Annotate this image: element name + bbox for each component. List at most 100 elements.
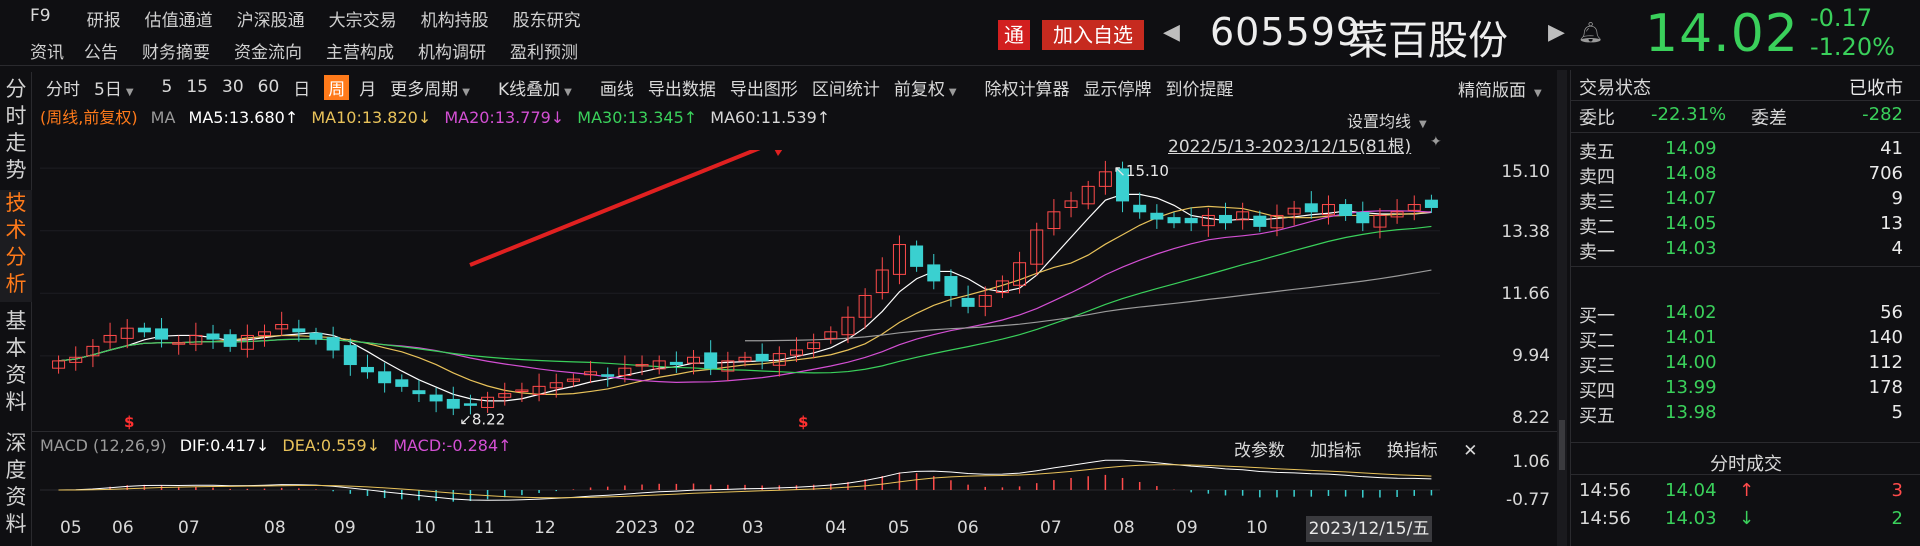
ask-row[interactable]: 卖二 14.05 13 bbox=[1579, 213, 1909, 238]
ask-row[interactable]: 卖一 14.03 4 bbox=[1579, 238, 1909, 263]
nav-earnings-forecast[interactable]: 盈利预测 bbox=[510, 38, 578, 63]
y-tick-label: 15.10 bbox=[1501, 162, 1550, 182]
bid-row[interactable]: 买二 14.01 140 bbox=[1579, 327, 1909, 352]
period-week[interactable]: 周 bbox=[324, 74, 350, 100]
candle-body bbox=[1167, 217, 1181, 224]
macd-chart[interactable] bbox=[40, 458, 1440, 514]
nav-stock-connect[interactable]: 沪深股通 bbox=[237, 6, 305, 31]
divider bbox=[1571, 442, 1920, 443]
ma60-value: MA60:11.539↑ bbox=[710, 108, 831, 127]
level-price: 14.05 bbox=[1665, 213, 1717, 234]
nav-valuation-channel[interactable]: 估值通道 bbox=[145, 6, 213, 31]
period-day[interactable]: 日 bbox=[293, 75, 310, 100]
scrollbar-thumb[interactable] bbox=[1559, 420, 1565, 470]
x-tick-label: 09 bbox=[1176, 518, 1198, 538]
period-15min[interactable]: 15 bbox=[186, 77, 208, 97]
candle-body bbox=[1253, 215, 1267, 227]
prev-stock-icon[interactable]: ◀ bbox=[1163, 20, 1180, 45]
period-5day-label: 5日 bbox=[94, 79, 122, 100]
chevron-down-icon: ▼ bbox=[1534, 88, 1542, 99]
period-30min[interactable]: 30 bbox=[222, 77, 244, 97]
period-60min[interactable]: 60 bbox=[258, 77, 280, 97]
side-tab-label: 基本资料 bbox=[5, 309, 27, 414]
arrow-up-icon: ↑ bbox=[1739, 480, 1755, 501]
bid-row[interactable]: 买四 13.99 178 bbox=[1579, 377, 1909, 402]
bell-icon[interactable]: 🔔︎ bbox=[1578, 20, 1603, 44]
price-alert-button[interactable]: 到价提醒 bbox=[1166, 75, 1234, 100]
nav-institution-survey[interactable]: 机构调研 bbox=[418, 38, 486, 63]
period-month[interactable]: 月 bbox=[359, 75, 376, 100]
top-nav-row-1: F9 研报 估值通道 沪深股通 大宗交易 机构持股 股东研究 bbox=[30, 6, 605, 31]
x-tick-label: 06 bbox=[112, 518, 134, 538]
last-price: 14.02 bbox=[1645, 4, 1799, 64]
chevron-down-icon: ▼ bbox=[125, 86, 134, 98]
nav-shareholder-research[interactable]: 股东研究 bbox=[513, 6, 581, 31]
period-5min[interactable]: 5 bbox=[162, 77, 173, 97]
candle-body bbox=[412, 390, 426, 395]
candle-body bbox=[961, 297, 975, 307]
show-suspension-button[interactable]: 显示停牌 bbox=[1084, 75, 1152, 100]
level-price: 14.09 bbox=[1665, 138, 1717, 159]
ask-row[interactable]: 卖五 14.09 41 bbox=[1579, 138, 1909, 163]
x-tick-label: 08 bbox=[1113, 518, 1135, 538]
ask-row[interactable]: 卖四 14.08 706 bbox=[1579, 163, 1909, 188]
trade-row: 14:56 14.04 ↑ 3 bbox=[1579, 480, 1909, 504]
ask-row[interactable]: 卖三 14.07 9 bbox=[1579, 188, 1909, 213]
level-price: 14.01 bbox=[1665, 327, 1717, 348]
ma-settings-label: 设置均线 bbox=[1347, 112, 1412, 131]
period-5day[interactable]: 5日 ▼ bbox=[94, 75, 148, 100]
ma-settings-button[interactable]: 设置均线 ▼ bbox=[1347, 108, 1427, 132]
period-intraday[interactable]: 分时 bbox=[46, 75, 80, 100]
y-tick-label: 11.66 bbox=[1501, 284, 1550, 304]
nav-institution-holding[interactable]: 机构持股 bbox=[421, 6, 489, 31]
add-to-watchlist-button[interactable]: 加入自选 bbox=[1042, 20, 1144, 50]
bid-row[interactable]: 买一 14.02 56 bbox=[1579, 302, 1909, 327]
weicha-label: 委差 bbox=[1751, 108, 1787, 129]
stock-connect-badge[interactable]: 通 bbox=[998, 20, 1030, 50]
trades-title: 分时成交 bbox=[1710, 454, 1782, 475]
level-volume: 13 bbox=[1880, 213, 1903, 234]
trade-status-value: 已收市 bbox=[1849, 78, 1903, 99]
export-data-button[interactable]: 导出数据 bbox=[648, 75, 716, 100]
kline-overlay-menu[interactable]: K线叠加 ▼ bbox=[498, 75, 586, 100]
draw-line-button[interactable]: 画线 bbox=[600, 75, 634, 100]
export-chart-button[interactable]: 导出图形 bbox=[730, 75, 798, 100]
bid-row[interactable]: 买三 14.00 112 bbox=[1579, 352, 1909, 377]
x-tick-label: 07 bbox=[178, 518, 200, 538]
pin-icon[interactable]: ✦ bbox=[1430, 134, 1442, 150]
nav-block-trade[interactable]: 大宗交易 bbox=[329, 6, 397, 31]
x-tick-label: 2023 bbox=[615, 518, 659, 538]
simple-layout-menu[interactable]: 精简版面 ▼ bbox=[1458, 76, 1542, 101]
nav-research-report[interactable]: 研报 bbox=[87, 6, 121, 31]
side-tab-basic-info[interactable]: 基本资料 bbox=[0, 308, 32, 420]
side-tab-intraday[interactable]: 分时走势 bbox=[0, 76, 32, 184]
nav-capital-flow[interactable]: 资金流向 bbox=[234, 38, 302, 63]
x-tick-label: 05 bbox=[888, 518, 910, 538]
trade-volume: 3 bbox=[1891, 480, 1903, 501]
nav-announcement[interactable]: 公告 bbox=[84, 38, 118, 63]
nav-financial-summary[interactable]: 财务摘要 bbox=[142, 38, 210, 63]
nav-f9[interactable]: F9 bbox=[30, 6, 51, 28]
bid-row[interactable]: 买五 13.98 5 bbox=[1579, 402, 1909, 427]
ex-rights-calculator-button[interactable]: 除权计算器 bbox=[985, 75, 1070, 100]
ma30-line bbox=[58, 225, 1432, 374]
candle-body bbox=[223, 334, 237, 347]
kline-chart[interactable]: ↖15.10 ↙8.22 $ $ bbox=[40, 150, 1440, 430]
side-tab-deep-info[interactable]: 深度资料 bbox=[0, 430, 32, 546]
side-tab-technical[interactable]: 技术分析 bbox=[0, 190, 32, 302]
level-label: 买四 bbox=[1579, 381, 1615, 402]
range-stats-button[interactable]: 区间统计 bbox=[812, 75, 880, 100]
nav-news[interactable]: 资讯 bbox=[30, 38, 64, 63]
trade-time: 14:56 bbox=[1579, 508, 1631, 529]
adjust-mode-menu[interactable]: 前复权 ▼ bbox=[894, 75, 971, 100]
candle-body bbox=[1304, 203, 1318, 213]
candle-body bbox=[944, 276, 958, 296]
next-stock-icon[interactable]: ▶ bbox=[1548, 20, 1565, 45]
nav-business-composition[interactable]: 主营构成 bbox=[326, 38, 394, 63]
chart-scrollbar[interactable] bbox=[1557, 70, 1567, 546]
ma30-value: MA30:13.345↑ bbox=[577, 108, 698, 127]
more-periods-menu[interactable]: 更多周期 ▼ bbox=[390, 75, 484, 100]
chevron-down-icon: ▼ bbox=[462, 86, 470, 98]
macd-legend: MACD (12,26,9) DIF:0.417↓ DEA:0.559↓ MAC… bbox=[40, 436, 520, 455]
weibi-label: 委比 bbox=[1579, 108, 1615, 129]
